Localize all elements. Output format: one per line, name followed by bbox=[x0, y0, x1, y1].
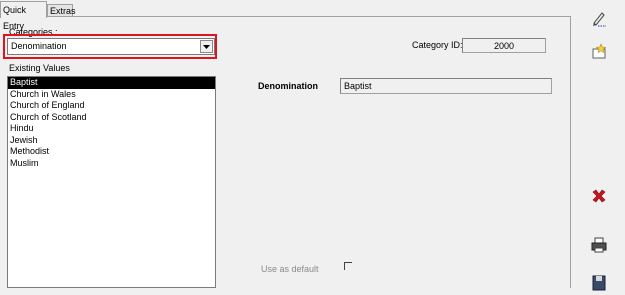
list-item[interactable]: Muslim bbox=[8, 158, 215, 170]
edit-pencil-icon bbox=[590, 10, 608, 30]
tab-panel-border bbox=[0, 16, 571, 17]
delete-button[interactable] bbox=[588, 186, 610, 208]
category-id-field: 2000 bbox=[462, 38, 546, 53]
category-id-value: 2000 bbox=[493, 41, 515, 51]
tab-quick-entry[interactable]: Quick Entry bbox=[0, 1, 47, 31]
delete-x-icon bbox=[590, 187, 608, 207]
use-as-default-checkbox[interactable] bbox=[344, 262, 352, 270]
denomination-field[interactable]: Baptist bbox=[340, 78, 552, 94]
use-as-default-label: Use as default bbox=[261, 264, 319, 274]
save-button[interactable] bbox=[588, 273, 610, 295]
list-item[interactable]: Methodist bbox=[8, 146, 215, 158]
denomination-value: Baptist bbox=[344, 81, 372, 91]
categories-highlight-box bbox=[3, 34, 217, 59]
denomination-label: Denomination bbox=[258, 81, 318, 91]
new-button[interactable] bbox=[588, 42, 610, 64]
existing-values-list[interactable]: Baptist Church in Wales Church of Englan… bbox=[7, 76, 216, 288]
list-item[interactable]: Baptist bbox=[8, 77, 215, 89]
edit-button[interactable] bbox=[588, 9, 610, 31]
print-button[interactable] bbox=[588, 235, 610, 257]
existing-values-label: Existing Values bbox=[9, 63, 70, 73]
list-item[interactable]: Church of Scotland bbox=[8, 112, 215, 124]
list-item[interactable]: Hindu bbox=[8, 123, 215, 135]
list-item[interactable]: Church of England bbox=[8, 100, 215, 112]
save-icon bbox=[590, 274, 608, 294]
new-star-icon bbox=[590, 43, 608, 63]
list-item[interactable]: Church in Wales bbox=[8, 89, 215, 101]
list-item[interactable]: Jewish bbox=[8, 135, 215, 147]
category-id-label: Category ID: bbox=[412, 40, 463, 50]
print-icon bbox=[590, 236, 608, 256]
panel-divider bbox=[570, 16, 571, 288]
